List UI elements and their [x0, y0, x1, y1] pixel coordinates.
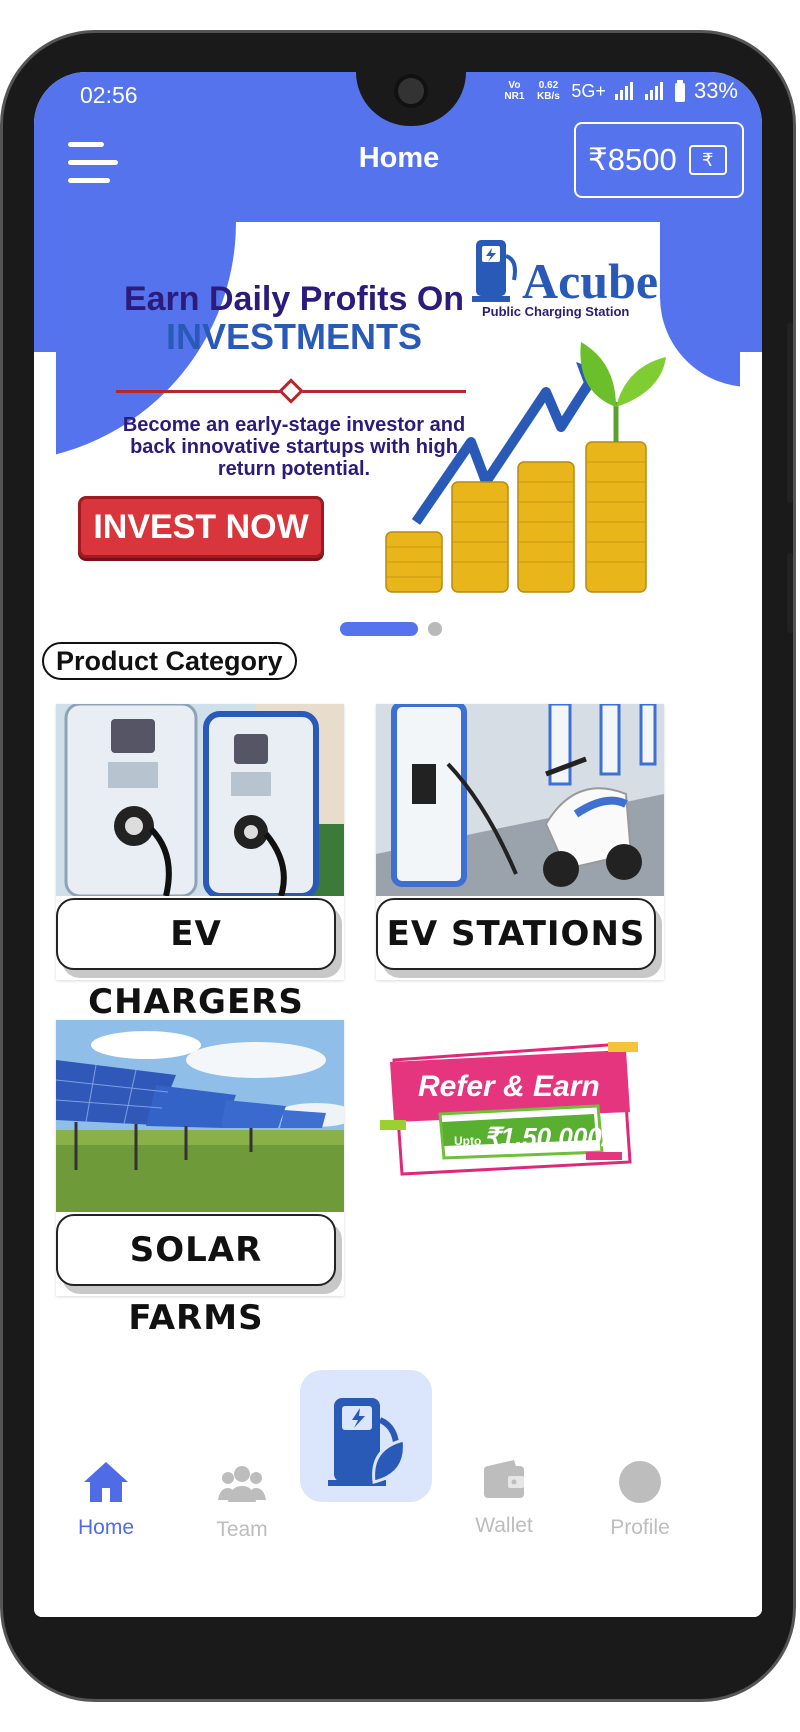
brand-tagline: Public Charging Station [482, 304, 630, 319]
category-label: SOLAR FARMS [56, 1214, 336, 1338]
bottom-navigation: Home Team Wallet Profile [34, 1362, 762, 1617]
refer-upto: Upto [454, 1134, 482, 1148]
charging-station-icon [328, 1398, 406, 1486]
volume-button [787, 323, 793, 503]
camera-icon [394, 74, 428, 108]
nav-label: Home [77, 1516, 135, 1539]
banner-headline: Earn Daily Profits On [123, 280, 465, 318]
divider-diamond-icon [278, 378, 304, 404]
wallet-balance: ₹8500 [588, 142, 677, 177]
nav-home[interactable]: Home [46, 1460, 166, 1540]
profile-icon [619, 1461, 661, 1503]
category-label: EV STATIONS [376, 898, 656, 970]
nav-label: Team [216, 1518, 268, 1541]
ev-chargers-image [56, 704, 344, 896]
wallet-balance-button[interactable]: ₹8500 ₹ [574, 122, 744, 198]
category-card-ev-chargers[interactable]: EV CHARGERS [56, 704, 344, 1022]
category-label: EV CHARGERS [56, 898, 336, 1022]
charging-logo-icon [472, 240, 517, 302]
battery-icon [674, 80, 685, 102]
solar-farms-image [56, 1020, 344, 1212]
refer-earn-banner[interactable]: Refer & Earn Upto ₹1,50,000/- [380, 1002, 650, 1192]
promo-banner[interactable]: Earn Daily Profits On INVESTMENTS Become… [56, 222, 740, 614]
nav-profile[interactable]: Profile [580, 1460, 700, 1540]
power-button [787, 553, 793, 633]
category-card-solar-farms[interactable]: SOLAR FARMS [56, 1020, 344, 1338]
app-screen: 02:56 Vo NR1 0.62 KB/s 5G+ 33% Home ₹850… [34, 72, 762, 1617]
section-title: Product Category [42, 642, 297, 680]
invest-now-button[interactable]: INVEST NOW [78, 496, 324, 558]
menu-line [68, 142, 104, 147]
brand-name: Acube [522, 253, 659, 309]
pagination-dot-active[interactable] [340, 622, 418, 636]
page-title: Home [358, 142, 440, 174]
signal-icon [614, 82, 633, 100]
status-indicators: Vo NR1 0.62 KB/s 5G+ 33% [503, 78, 738, 104]
wallet-icon [484, 1460, 524, 1498]
home-icon [84, 1462, 128, 1502]
charging-station-button[interactable] [300, 1370, 432, 1502]
wallet-rupee-icon: ₹ [688, 145, 727, 175]
menu-line [68, 178, 110, 183]
battery-percent: 33% [693, 78, 738, 103]
menu-line [68, 160, 118, 165]
network-speed: 0.62 KB/s [537, 80, 560, 102]
refer-amount: ₹1,50,000/- [484, 1122, 618, 1152]
volte-indicator: Vo NR1 [504, 80, 525, 102]
acube-logo: Acube Public Charging Station [466, 234, 722, 324]
nav-label: Wallet [475, 1514, 533, 1537]
network-type: 5G+ [571, 80, 606, 101]
banner-pagination[interactable] [340, 622, 442, 636]
nav-team[interactable]: Team [182, 1462, 302, 1542]
category-card-ev-stations[interactable]: EV STATIONS [376, 704, 664, 980]
coin-growth-illustration [385, 342, 666, 593]
menu-button[interactable] [68, 140, 124, 188]
signal-icon-2 [644, 82, 663, 100]
team-icon [218, 1466, 266, 1502]
refer-earn-title: Refer & Earn [418, 1070, 600, 1103]
status-time: 02:56 [80, 82, 138, 108]
nav-label: Profile [610, 1516, 670, 1539]
ev-stations-image [376, 704, 664, 896]
nav-wallet[interactable]: Wallet [444, 1458, 564, 1538]
pagination-dot[interactable] [428, 622, 442, 636]
